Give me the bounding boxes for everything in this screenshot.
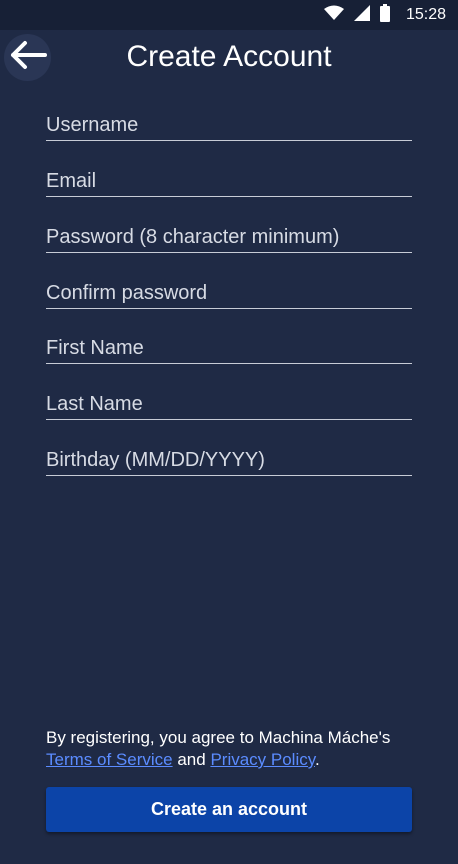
terms-notice: By registering, you agree to Machina Mác… <box>46 727 426 771</box>
status-icons: 15:28 <box>323 0 446 30</box>
privacy-policy-link[interactable]: Privacy Policy <box>210 750 315 769</box>
terms-conjunction: and <box>177 750 206 769</box>
signal-icon <box>353 4 370 26</box>
status-time: 15:28 <box>405 6 446 23</box>
first-name-field[interactable] <box>46 333 412 364</box>
confirm-password-field[interactable] <box>46 278 412 309</box>
username-field[interactable] <box>46 110 412 141</box>
first-name-input[interactable] <box>46 333 412 363</box>
email-field[interactable] <box>46 166 412 197</box>
battery-icon <box>379 3 390 27</box>
username-input[interactable] <box>46 110 412 140</box>
birthday-input[interactable] <box>46 445 412 475</box>
password-input[interactable] <box>46 222 412 252</box>
create-account-button[interactable]: Create an account <box>46 787 412 832</box>
page-title: Create Account <box>126 40 332 73</box>
confirm-password-input[interactable] <box>46 278 412 308</box>
wifi-icon <box>323 5 344 26</box>
password-field[interactable] <box>46 222 412 253</box>
terms-suffix: . <box>314 750 320 769</box>
birthday-field[interactable] <box>46 445 412 476</box>
terms-of-service-link[interactable]: Terms of Service <box>46 750 173 769</box>
last-name-field[interactable] <box>46 389 412 420</box>
terms-prefix: By registering, you agree to Machina Mác… <box>46 728 391 747</box>
status-bar: 15:28 <box>0 0 458 30</box>
last-name-input[interactable] <box>46 389 412 419</box>
email-input[interactable] <box>46 166 412 196</box>
